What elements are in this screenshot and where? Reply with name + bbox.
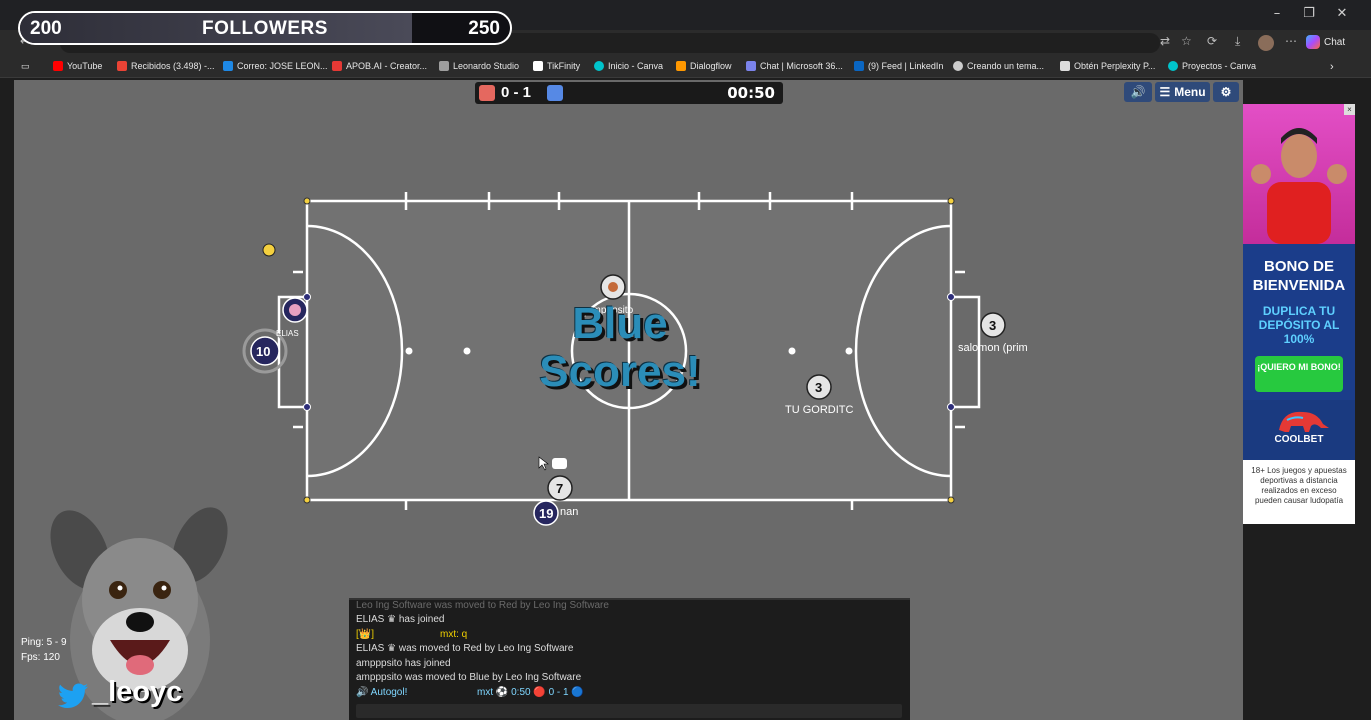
ad-cta-button[interactable]: ¡QUIERO MI BONO!	[1255, 356, 1343, 392]
player-gordito-name: TU GORDITC	[785, 404, 854, 416]
chat-line: ELIAS ♛ has joined	[356, 614, 445, 625]
blue-team-icon	[547, 85, 563, 101]
player-salomon-number: 3	[989, 318, 997, 333]
ad-title-2: BIENVENIDA	[1252, 277, 1346, 294]
player-salomon-name: salomon (prim	[958, 342, 1028, 354]
ball	[262, 243, 276, 257]
goal-announcement: Blue Scores!	[490, 300, 750, 396]
ad-hero-image	[1243, 104, 1355, 244]
twitter-icon	[58, 683, 88, 708]
sound-button[interactable]: 🔊	[1124, 82, 1152, 102]
scoreboard: 0 - 1 00:50	[475, 82, 783, 104]
gear-icon: ⚙	[1220, 85, 1232, 99]
ad-sub-3: 100%	[1283, 332, 1315, 346]
coolbet-logo: COOLBET	[1243, 400, 1355, 460]
player-7-number: 7	[556, 481, 564, 496]
chat-input[interactable]	[356, 704, 902, 718]
settings-button[interactable]: ⚙	[1213, 82, 1239, 102]
chat-line: ELIAS ♛ was moved to Red by Leo Ing Soft…	[356, 643, 574, 654]
chat-line: 🔊 Autogol! mxt ⚽ 0:50 🔴 0 - 1 🔵	[356, 687, 584, 698]
chat-panel: Leo Ing Software was moved to Red by Leo…	[349, 598, 910, 720]
ad-brand: COOLBET	[1274, 434, 1324, 445]
ping-readout: Ping: 5 - 9	[21, 637, 67, 648]
chat-line: ampppsito was moved to Blue by Leo Ing S…	[356, 672, 582, 683]
player-elias-name: ELIAS	[276, 329, 299, 338]
chat-bubble-icon	[552, 458, 567, 469]
ad-sub-1: DUPLICA TU	[1262, 304, 1336, 318]
fps-readout: Fps: 120	[21, 652, 60, 663]
score: 0 - 1	[501, 84, 532, 101]
menu-button[interactable]: ☰ Menu	[1155, 82, 1210, 102]
ad-title-1: BONO DE	[1263, 258, 1334, 275]
player-partial-name: nan	[560, 506, 579, 518]
red-team-icon	[479, 85, 495, 101]
player-10-number: 10	[256, 344, 271, 359]
streamer-handle: _leoyc	[92, 676, 183, 708]
chat-line: Leo Ing Software was moved to Red by Leo…	[356, 600, 609, 611]
goal-announcement-line2: Scores!	[539, 347, 701, 396]
player-19-number: 19	[539, 506, 554, 521]
sidebar-ad[interactable]: BONO DE BIENVENIDA DUPLICA TU DEPÓSITO A…	[1243, 104, 1355, 524]
ad-person-illustration	[1251, 128, 1347, 244]
player-gordito-number: 3	[815, 380, 823, 395]
chat-line: ampppsito has joined	[356, 658, 451, 669]
ad-disclaimer: 18+ Los juegos y apuestas deportivas a d…	[1243, 460, 1355, 524]
hamburger-icon: ☰	[1159, 85, 1171, 99]
ad-close-icon[interactable]: ×	[1344, 104, 1355, 115]
chat-line: [👑] mxt: q	[356, 629, 468, 640]
match-timer: 00:50	[727, 84, 775, 102]
menu-label: Menu	[1174, 85, 1206, 99]
goal-announcement-line1: Blue	[572, 299, 668, 348]
speaker-icon: 🔊	[1130, 85, 1146, 99]
ad-sub-2: DEPÓSITO AL	[1258, 318, 1340, 332]
